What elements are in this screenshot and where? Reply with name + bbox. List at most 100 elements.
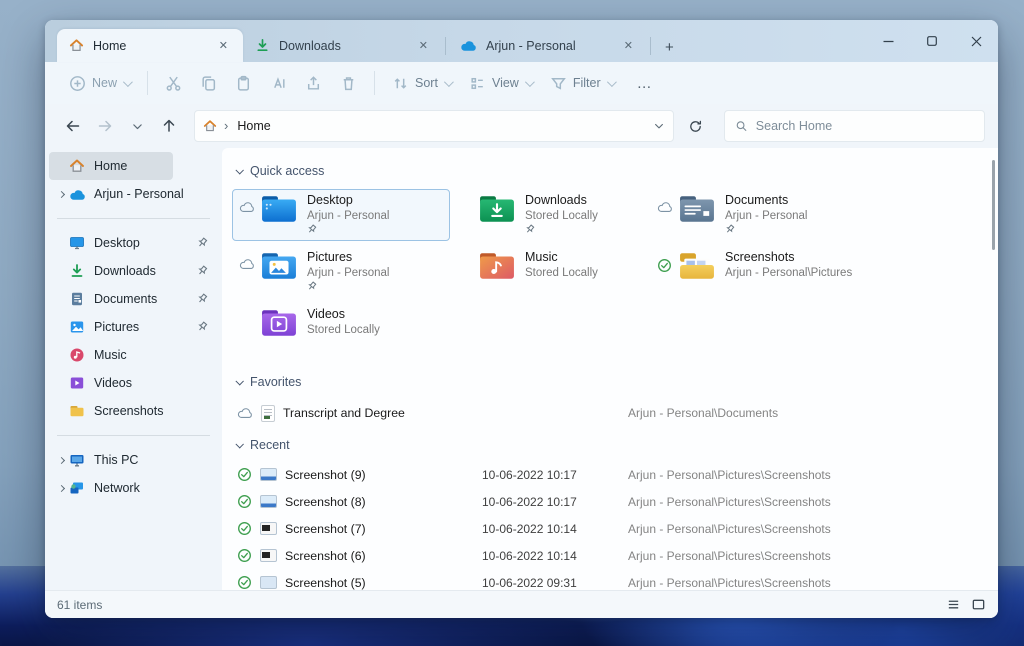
tab-arjun-personal[interactable]: Arjun - Personal ✕ bbox=[448, 29, 648, 62]
tile-desktop[interactable]: Desktop Arjun - Personal bbox=[232, 189, 450, 241]
tile-downloads[interactable]: Downloads Stored Locally bbox=[450, 189, 650, 241]
tile-screenshots[interactable]: Screenshots Arjun - Personal\Pictures bbox=[650, 246, 984, 298]
refresh-icon bbox=[688, 119, 703, 134]
tile-music[interactable]: Music Stored Locally bbox=[450, 246, 650, 298]
tile-location: Arjun - Personal bbox=[725, 209, 807, 223]
sidebar-divider bbox=[57, 435, 210, 436]
minimize-button[interactable] bbox=[866, 20, 910, 62]
recent-row-screenshot-6[interactable]: Screenshot (6) 10-06-2022 10:14 Arjun - … bbox=[232, 542, 984, 569]
new-tab-button[interactable]: + bbox=[653, 39, 686, 62]
recent-row-screenshot-9[interactable]: Screenshot (9) 10-06-2022 10:17 Arjun - … bbox=[232, 461, 984, 488]
expand-chevron-icon[interactable] bbox=[53, 192, 69, 197]
screenshots-folder-icon bbox=[69, 403, 85, 419]
tab-close-icon[interactable]: ✕ bbox=[619, 37, 638, 54]
view-button[interactable]: View bbox=[460, 67, 541, 99]
rename-button[interactable] bbox=[261, 67, 296, 99]
screenshots-folder-icon bbox=[679, 252, 715, 280]
pin-icon bbox=[525, 224, 598, 234]
sidebar-item-network[interactable]: Network bbox=[49, 474, 218, 502]
music-folder-icon bbox=[479, 252, 515, 280]
breadcrumb-item-home[interactable]: Home bbox=[237, 119, 270, 133]
sidebar-item-documents[interactable]: Documents bbox=[49, 285, 218, 313]
recent-locations-button[interactable] bbox=[122, 111, 152, 141]
downloads-folder-icon bbox=[479, 195, 515, 223]
synced-status-icon bbox=[237, 575, 252, 590]
expand-chevron-icon[interactable] bbox=[53, 458, 69, 463]
recent-row-screenshot-5[interactable]: Screenshot (5) 10-06-2022 09:31 Arjun - … bbox=[232, 569, 984, 590]
paste-button[interactable] bbox=[226, 67, 261, 99]
tile-name: Videos bbox=[307, 307, 380, 323]
maximize-button[interactable] bbox=[910, 20, 954, 62]
sidebar-item-arjun-personal[interactable]: Arjun - Personal bbox=[49, 180, 218, 208]
forward-button[interactable] bbox=[90, 111, 120, 141]
file-name: Transcript and Degree bbox=[283, 406, 405, 420]
sort-button[interactable]: Sort bbox=[383, 67, 460, 99]
tile-name: Documents bbox=[725, 193, 807, 209]
new-button-label: New bbox=[92, 76, 117, 90]
view-icon bbox=[469, 75, 486, 92]
section-header-quick-access[interactable]: Quick access bbox=[232, 160, 984, 182]
item-count: 61 items bbox=[57, 598, 102, 612]
refresh-button[interactable] bbox=[680, 111, 710, 141]
file-path: Arjun - Personal\Pictures\Screenshots bbox=[628, 522, 984, 536]
section-header-recent[interactable]: Recent bbox=[232, 434, 984, 456]
search-box bbox=[724, 110, 985, 142]
share-button[interactable] bbox=[296, 67, 331, 99]
file-name: Screenshot (9) bbox=[285, 468, 366, 482]
favorite-row-transcript-and-degree[interactable]: Transcript and Degree Arjun - Personal\D… bbox=[232, 398, 984, 428]
tile-name: Downloads bbox=[525, 193, 598, 209]
tile-pictures[interactable]: Pictures Arjun - Personal bbox=[232, 246, 450, 298]
copy-button[interactable] bbox=[191, 67, 226, 99]
sidebar-item-screenshots[interactable]: Screenshots bbox=[49, 397, 218, 425]
tab-label: Home bbox=[93, 39, 126, 53]
command-toolbar: New bbox=[45, 62, 998, 104]
recent-row-screenshot-7[interactable]: Screenshot (7) 10-06-2022 10:14 Arjun - … bbox=[232, 515, 984, 542]
sidebar-item-downloads[interactable]: Downloads bbox=[49, 257, 218, 285]
filter-button[interactable]: Filter bbox=[541, 67, 623, 99]
sidebar-item-music[interactable]: Music bbox=[49, 341, 218, 369]
breadcrumb[interactable]: › Home bbox=[194, 110, 674, 142]
back-button[interactable] bbox=[58, 111, 88, 141]
tab-label: Arjun - Personal bbox=[486, 39, 576, 53]
large-thumbnails-view-button[interactable] bbox=[971, 597, 986, 612]
see-more-button[interactable]: … bbox=[623, 75, 667, 92]
downloads-icon bbox=[69, 263, 85, 279]
desktop-folder-icon bbox=[261, 195, 297, 223]
tab-close-icon[interactable]: ✕ bbox=[214, 37, 233, 54]
tab-bar: Home ✕ Downloads ✕ Arjun - Personal bbox=[45, 20, 998, 62]
tab-home[interactable]: Home ✕ bbox=[57, 29, 243, 62]
tile-videos[interactable]: Videos Stored Locally bbox=[232, 303, 450, 355]
details-view-button[interactable] bbox=[946, 597, 961, 612]
tile-documents[interactable]: Documents Arjun - Personal bbox=[650, 189, 984, 241]
chevron-down-icon bbox=[444, 77, 454, 87]
sidebar-item-desktop[interactable]: Desktop bbox=[49, 229, 218, 257]
collapse-chevron-icon bbox=[235, 166, 243, 174]
chevron-down-icon bbox=[525, 77, 535, 87]
search-icon bbox=[735, 119, 748, 133]
tab-close-icon[interactable]: ✕ bbox=[414, 37, 433, 54]
toolbar-divider bbox=[374, 71, 375, 95]
synced-status-icon bbox=[237, 494, 252, 509]
tab-downloads[interactable]: Downloads ✕ bbox=[243, 29, 443, 62]
section-header-favorites[interactable]: Favorites bbox=[232, 371, 984, 393]
vertical-scrollbar[interactable] bbox=[992, 160, 995, 250]
home-icon bbox=[69, 38, 84, 53]
sidebar-item-home[interactable]: Home bbox=[49, 152, 173, 180]
sidebar-item-videos[interactable]: Videos bbox=[49, 369, 218, 397]
sidebar-item-pictures[interactable]: Pictures bbox=[49, 313, 218, 341]
recent-row-screenshot-8[interactable]: Screenshot (8) 10-06-2022 10:17 Arjun - … bbox=[232, 488, 984, 515]
pin-icon bbox=[197, 321, 208, 332]
cut-button[interactable] bbox=[156, 67, 191, 99]
recent-list: Screenshot (9) 10-06-2022 10:17 Arjun - … bbox=[232, 461, 984, 590]
sidebar-item-label: Downloads bbox=[94, 264, 156, 278]
close-button[interactable] bbox=[954, 20, 998, 62]
search-input[interactable] bbox=[756, 119, 974, 133]
delete-button[interactable] bbox=[331, 67, 366, 99]
up-button[interactable] bbox=[154, 111, 184, 141]
section-label: Quick access bbox=[250, 164, 324, 178]
address-dropdown-icon[interactable] bbox=[653, 120, 665, 132]
expand-chevron-icon[interactable] bbox=[53, 486, 69, 491]
cloud-status-icon bbox=[239, 201, 255, 217]
new-button[interactable]: New bbox=[60, 67, 139, 99]
sidebar-item-this-pc[interactable]: This PC bbox=[49, 446, 218, 474]
